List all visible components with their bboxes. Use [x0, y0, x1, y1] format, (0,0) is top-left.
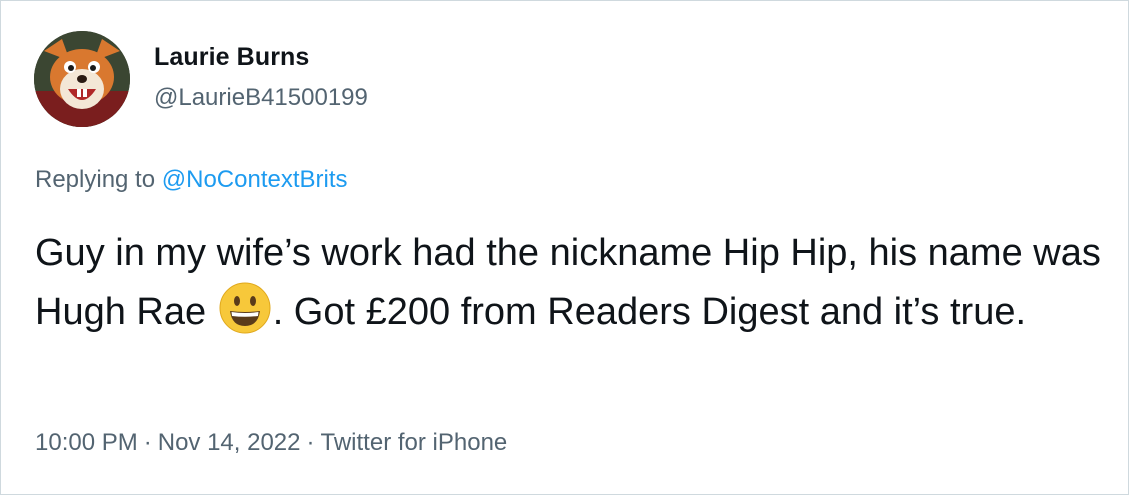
tweet-time[interactable]: 10:00 PM — [35, 429, 138, 456]
meta-separator: · — [143, 429, 152, 456]
grinning-face-icon — [219, 282, 271, 334]
tweet-date[interactable]: Nov 14, 2022 — [158, 429, 301, 456]
reply-mention-link[interactable]: @NoContextBrits — [162, 166, 348, 193]
tweet-source: Twitter for iPhone — [320, 429, 508, 456]
replying-to: Replying to @NoContextBrits — [35, 166, 348, 194]
display-name[interactable]: Laurie Burns — [154, 43, 309, 72]
tweet-text: Guy in my wife’s work had the nickname H… — [35, 225, 1105, 341]
tweet-metadata: 10:00 PM · Nov 14, 2022 · Twitter for iPhone — [35, 429, 507, 457]
tweet-text-part2: . Got £200 from Readers Digest and it’s … — [272, 291, 1027, 333]
meta-separator: · — [306, 429, 315, 456]
replying-prefix: Replying to — [35, 166, 156, 193]
avatar[interactable] — [34, 31, 130, 127]
fox-puppet-avatar-icon — [34, 31, 130, 127]
user-handle[interactable]: @LaurieB41500199 — [154, 84, 368, 112]
tweet-card: Laurie Burns @LaurieB41500199 Replying t… — [0, 0, 1129, 495]
